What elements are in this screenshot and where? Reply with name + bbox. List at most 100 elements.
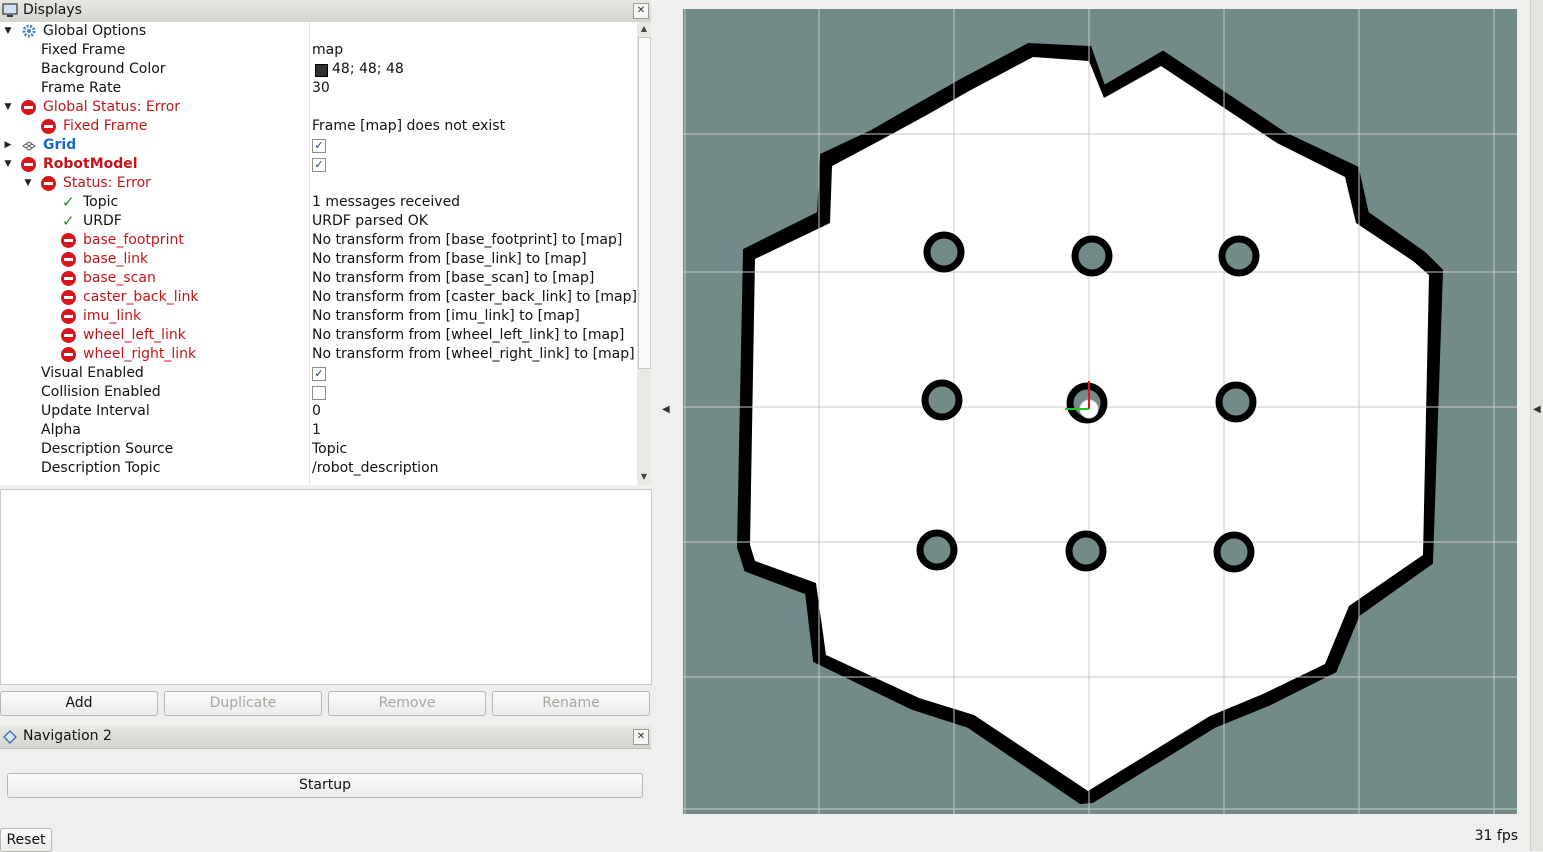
chevron-down-icon[interactable]: ▼ <box>2 155 14 174</box>
error-icon <box>21 157 36 172</box>
close-icon[interactable]: ✕ <box>633 3 649 19</box>
tree-row-caster-back-link[interactable]: caster_back_link No transform from [cast… <box>0 288 637 307</box>
navigation-title: Navigation 2 <box>23 728 112 744</box>
visual-enabled-checkbox[interactable]: ✓ <box>312 367 326 381</box>
collision-enabled-checkbox[interactable] <box>312 386 326 400</box>
tree-label: Fixed Frame <box>41 42 126 58</box>
grid-enabled-checkbox[interactable]: ✓ <box>312 139 326 153</box>
tree-label: Status: Error <box>63 175 151 191</box>
scrollbar-thumb[interactable] <box>638 37 651 369</box>
tree-label: Visual Enabled <box>41 365 144 381</box>
color-swatch[interactable] <box>315 64 328 77</box>
description-area <box>0 489 652 685</box>
obstacle-pillar <box>1071 235 1113 277</box>
render-viewport[interactable] <box>683 9 1517 814</box>
chevron-right-icon[interactable]: ▶ <box>2 136 14 155</box>
tree-row-urdf[interactable]: ✓ URDF URDF parsed OK <box>0 212 637 231</box>
navigation-panel-header: Navigation 2 ✕ <box>0 726 651 749</box>
tree-row-robotmodel[interactable]: ▼ RobotModel ✓ <box>0 155 637 174</box>
tree-row-base-scan[interactable]: base_scan No transform from [base_scan] … <box>0 269 637 288</box>
tree-row-imu-link[interactable]: imu_link No transform from [imu_link] to… <box>0 307 637 326</box>
collapse-left-icon[interactable]: ◀ <box>662 404 670 415</box>
monitor-icon <box>2 3 18 17</box>
error-icon <box>41 119 56 134</box>
displays-panel-header: Displays ✕ <box>0 0 651 23</box>
scroll-down-icon[interactable]: ▼ <box>637 472 651 481</box>
tree-row-base-link[interactable]: base_link No transform from [base_link] … <box>0 250 637 269</box>
tree-value[interactable]: 0 <box>312 402 321 421</box>
scroll-up-icon[interactable]: ▲ <box>637 24 651 33</box>
check-icon: ✓ <box>62 193 75 211</box>
tree-value: No transform from [imu_link] to [map] <box>312 308 580 324</box>
tree-row-grid[interactable]: ▶ Grid ✓ <box>0 136 637 155</box>
tree-label: Alpha <box>41 422 81 438</box>
close-icon[interactable]: ✕ <box>633 729 649 745</box>
error-icon <box>21 100 36 115</box>
tree-row-collision-enabled[interactable]: Collision Enabled <box>0 383 637 402</box>
obstacle-pillar <box>923 231 965 273</box>
error-icon <box>61 309 76 324</box>
tree-row-wheel-left-link[interactable]: wheel_left_link No transform from [wheel… <box>0 326 637 345</box>
tree-label: Frame Rate <box>41 80 122 96</box>
tree-row-frame-rate[interactable]: Frame Rate 30 <box>0 79 637 98</box>
tree-label: base_footprint <box>83 232 184 248</box>
tree-value: No transform from [base_link] to [map] <box>312 251 587 267</box>
tree-row-fixed-frame[interactable]: Fixed Frame map <box>0 41 637 60</box>
tree-row-update-interval[interactable]: Update Interval 0 <box>0 402 637 421</box>
tree-value[interactable]: 1 <box>312 421 321 440</box>
error-icon <box>61 328 76 343</box>
tree-label: imu_link <box>83 308 142 324</box>
tree-label: Update Interval <box>41 403 150 419</box>
chevron-down-icon[interactable]: ▼ <box>2 98 14 117</box>
tree-label: Topic <box>83 194 119 210</box>
collapse-right-icon[interactable]: ◀ <box>1533 404 1541 415</box>
tree-row-status-fixed-frame[interactable]: Fixed Frame Frame [map] does not exist <box>0 117 637 136</box>
startup-button[interactable]: Startup <box>7 773 643 798</box>
tree-value[interactable]: Topic <box>312 440 347 459</box>
tree-value[interactable]: 30 <box>312 79 330 98</box>
tree-label: RobotModel <box>43 156 138 172</box>
tree-label: wheel_right_link <box>83 346 197 362</box>
tree-row-topic[interactable]: ✓ Topic 1 messages received <box>0 193 637 212</box>
tree-value: No transform from [wheel_left_link] to [… <box>312 327 625 343</box>
tree-label: Fixed Frame <box>63 118 148 134</box>
obstacle-pillar <box>1065 530 1107 572</box>
tree-value: No transform from [base_scan] to [map] <box>312 270 595 286</box>
right-panel-splitter[interactable]: ◀ <box>1530 0 1543 851</box>
rename-button[interactable]: Rename <box>492 691 650 716</box>
tree-label: Background Color <box>41 61 166 77</box>
tree-label: Description Source <box>41 441 174 457</box>
tree-scrollbar[interactable]: ▲ ▼ <box>637 22 651 485</box>
reset-button[interactable]: Reset <box>0 828 52 852</box>
tree-row-status-error[interactable]: ▼ Status: Error <box>0 174 637 193</box>
tree-label: wheel_left_link <box>83 327 186 343</box>
chevron-down-icon[interactable]: ▼ <box>22 174 34 193</box>
tree-row-wheel-right-link[interactable]: wheel_right_link No transform from [whee… <box>0 345 637 364</box>
duplicate-button[interactable]: Duplicate <box>164 691 322 716</box>
tree-row-global-options[interactable]: ▼ Global Options <box>0 22 637 41</box>
chevron-down-icon[interactable]: ▼ <box>2 22 14 41</box>
tree-row-alpha[interactable]: Alpha 1 <box>0 421 637 440</box>
tree-value[interactable]: /robot_description <box>312 459 439 478</box>
gear-icon <box>22 24 36 38</box>
tree-value: 1 messages received <box>312 194 461 210</box>
tree-row-base-footprint[interactable]: base_footprint No transform from [base_f… <box>0 231 637 250</box>
tree-row-global-status[interactable]: ▼ Global Status: Error <box>0 98 637 117</box>
tree-row-visual-enabled[interactable]: Visual Enabled ✓ <box>0 364 637 383</box>
add-button[interactable]: Add <box>0 691 158 716</box>
tree-label: Description Topic <box>41 460 161 476</box>
tree-value[interactable]: map <box>312 41 343 60</box>
tree-value: No transform from [caster_back_link] to … <box>312 289 637 305</box>
fps-readout: 31 fps <box>1474 828 1518 844</box>
tree-label: caster_back_link <box>83 289 199 305</box>
error-icon <box>41 176 56 191</box>
tree-row-background-color[interactable]: Background Color 48; 48; 48 <box>0 60 637 79</box>
displays-tree: ▼ Global Options Fixed Frame map Backgro… <box>0 22 638 485</box>
robotmodel-enabled-checkbox[interactable]: ✓ <box>312 158 326 172</box>
tree-row-description-topic[interactable]: Description Topic /robot_description <box>0 459 637 478</box>
tree-value[interactable]: 48; 48; 48 <box>332 60 404 79</box>
remove-button[interactable]: Remove <box>328 691 486 716</box>
tree-row-description-source[interactable]: Description Source Topic <box>0 440 637 459</box>
obstacle-pillar <box>921 379 963 421</box>
obstacle-pillar <box>1213 531 1255 573</box>
